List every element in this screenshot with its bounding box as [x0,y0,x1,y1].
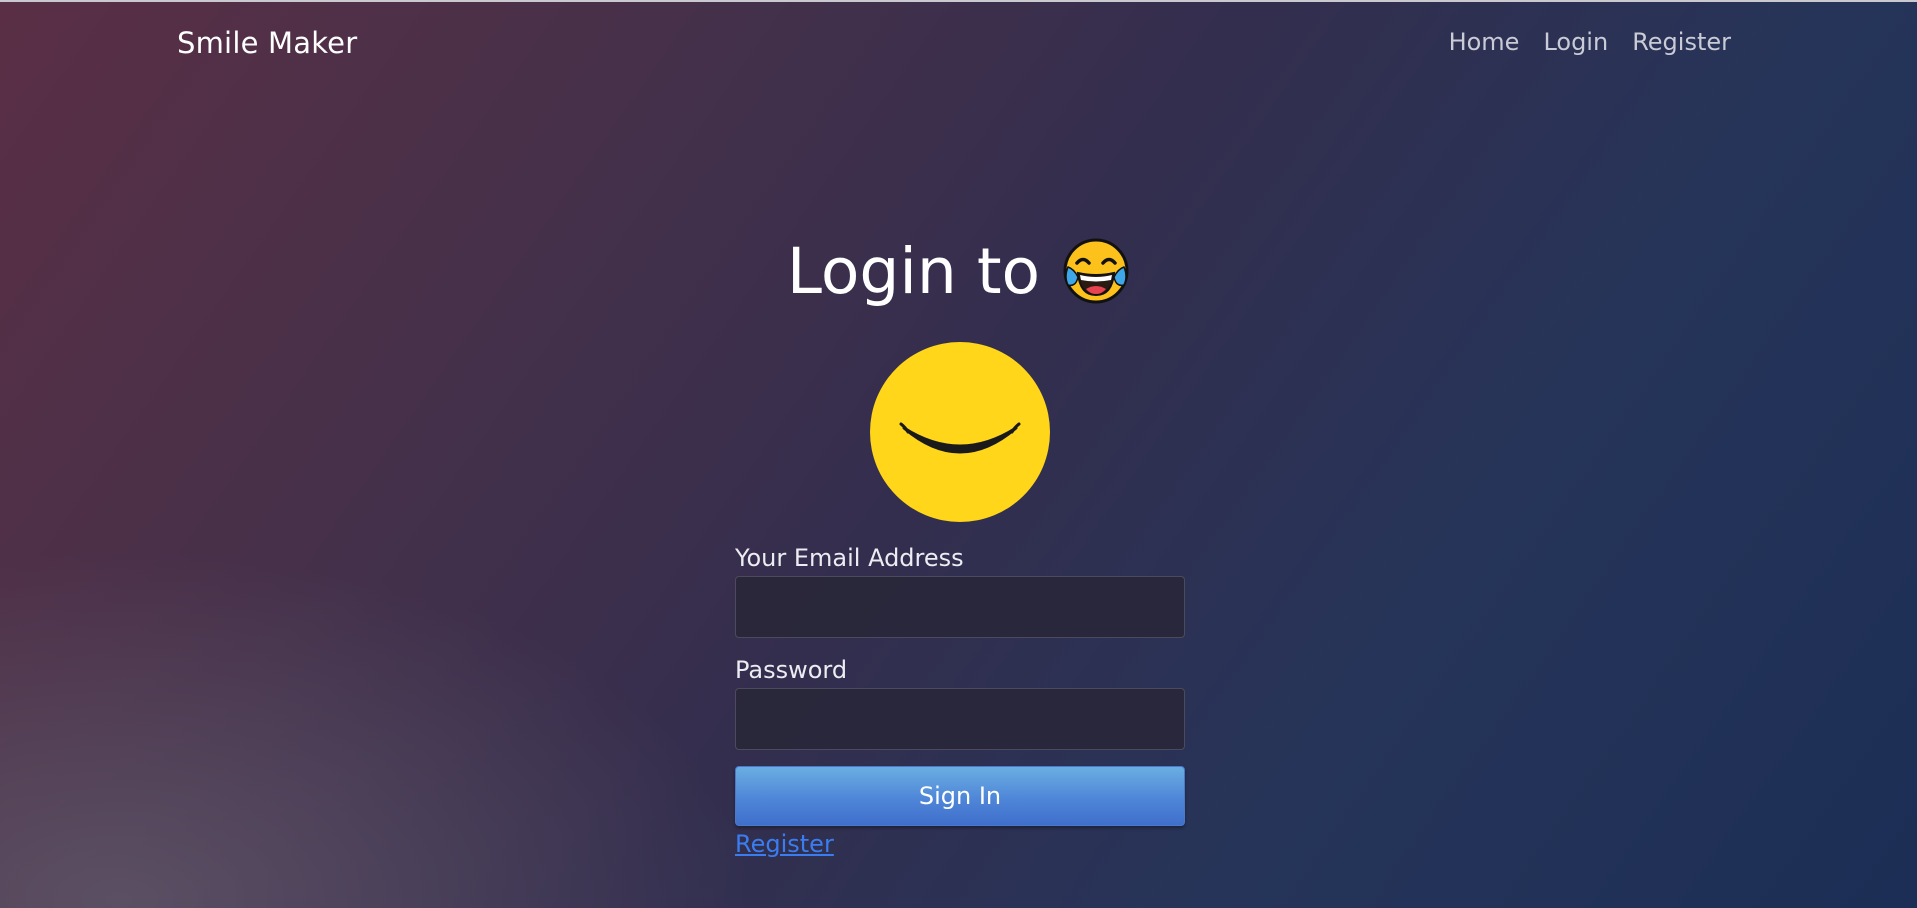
password-field[interactable] [735,688,1185,750]
sign-in-button[interactable]: Sign In [735,766,1185,826]
email-label: Your Email Address [735,544,964,572]
password-label: Password [735,656,848,684]
nav-register-link[interactable]: Register [1632,28,1731,56]
page-title-text: Login to [786,235,1041,308]
face-with-tears-of-joy-icon [1062,237,1130,305]
nav-login-link[interactable]: Login [1543,28,1608,56]
register-link[interactable]: Register [735,830,834,858]
email-field[interactable] [735,576,1185,638]
nav-home-link[interactable]: Home [1449,28,1520,56]
window-top-border [0,0,1917,2]
page-title: Login to [0,230,1917,314]
brand-logo[interactable]: Smile Maker [177,26,357,60]
top-nav: Home Login Register [1449,28,1731,56]
login-form: Your Email Address Password Sign In Regi… [735,540,1185,858]
smiley-face-icon [870,342,1050,522]
